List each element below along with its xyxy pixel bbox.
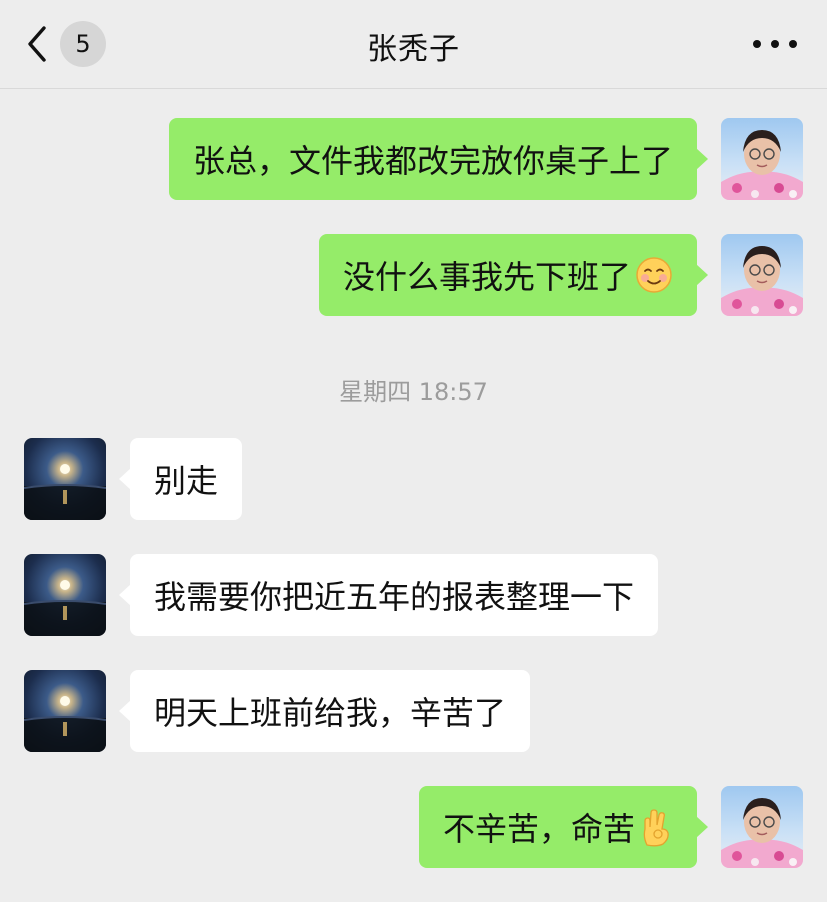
message-text: 我需要你把近五年的报表整理一下 xyxy=(154,578,635,616)
my-avatar[interactable] xyxy=(721,118,803,200)
message-row: 不辛苦，命苦 xyxy=(0,786,827,868)
my-avatar[interactable] xyxy=(721,234,803,316)
my-avatar[interactable] xyxy=(721,786,803,868)
message-row: 别走 xyxy=(0,438,827,520)
incoming-message-bubble[interactable]: 明天上班前给我，辛苦了 xyxy=(118,670,531,752)
message-text: 不辛苦，命苦 xyxy=(442,810,635,848)
message-text: 明天上班前给我，辛苦了 xyxy=(154,694,507,732)
incoming-message-bubble[interactable]: 我需要你把近五年的报表整理一下 xyxy=(118,554,659,636)
message-timestamp: 星期四 18:57 xyxy=(339,378,488,406)
contact-avatar[interactable] xyxy=(24,438,106,520)
message-row: 明天上班前给我，辛苦了 xyxy=(0,670,827,752)
more-options-icon[interactable] xyxy=(753,36,797,52)
message-row: 没什么事我先下班了 xyxy=(0,234,827,316)
message-row: 张总，文件我都改完放你桌子上了 xyxy=(0,118,827,200)
outgoing-message-bubble[interactable]: 张总，文件我都改完放你桌子上了 xyxy=(168,118,709,200)
ok-hand-emoji-icon xyxy=(639,807,673,847)
message-text: 没什么事我先下班了 xyxy=(342,258,631,296)
message-text: 别走 xyxy=(154,462,219,500)
outgoing-message-bubble[interactable]: 不辛苦，命苦 xyxy=(418,786,709,868)
contact-avatar[interactable] xyxy=(24,670,106,752)
chat-title: 张秃子 xyxy=(367,32,460,67)
contact-avatar[interactable] xyxy=(24,554,106,636)
message-text: 张总，文件我都改完放你桌子上了 xyxy=(192,142,673,180)
message-row: 我需要你把近五年的报表整理一下 xyxy=(0,554,827,636)
chat-header: 5 张秃子 xyxy=(0,0,827,89)
outgoing-message-bubble[interactable]: 没什么事我先下班了 xyxy=(318,234,709,316)
incoming-message-bubble[interactable]: 别走 xyxy=(118,438,243,520)
smiling-face-emoji-icon xyxy=(635,256,673,294)
